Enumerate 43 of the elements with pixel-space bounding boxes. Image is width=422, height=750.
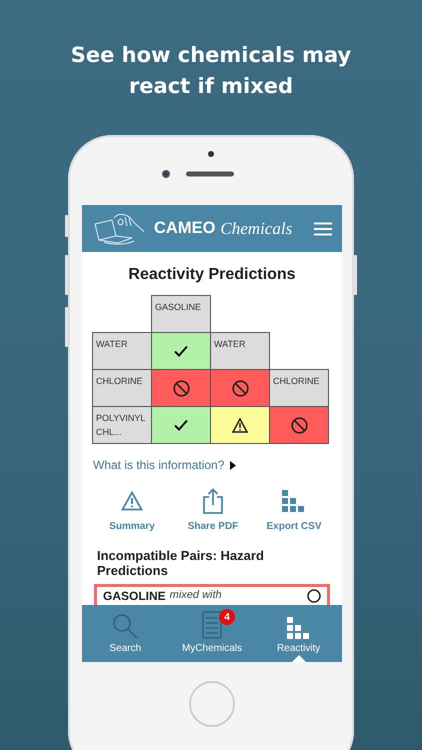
tab[interactable]: Reactivity xyxy=(258,605,339,662)
chemical-label: GASOLINE xyxy=(151,295,211,333)
caret-icon xyxy=(230,460,236,470)
reactivity-cell[interactable] xyxy=(151,332,211,370)
check-icon xyxy=(174,419,188,431)
document-icon xyxy=(202,611,222,639)
share-icon xyxy=(202,488,224,514)
logo-icon xyxy=(92,212,146,246)
product-name: Chemicals xyxy=(220,218,292,238)
warning-icon xyxy=(232,418,248,432)
reactivity-cell[interactable] xyxy=(210,406,270,444)
summary-button[interactable]: Summary xyxy=(96,487,168,532)
blocks-icon xyxy=(286,617,311,639)
blocks-icon xyxy=(282,490,306,512)
chemical-label: CHLORINE xyxy=(269,369,329,407)
info-link[interactable]: What is this information? xyxy=(93,458,224,472)
reactivity-cell[interactable] xyxy=(151,406,211,444)
brand-name: CAMEO xyxy=(154,219,216,238)
chemical-label: POLYVINYL CHL... xyxy=(92,406,152,444)
chemical-name: GASOLINE xyxy=(103,589,166,603)
prohibited-icon xyxy=(172,380,190,396)
chemical-label: CHLORINE xyxy=(92,369,152,407)
reactivity-cell[interactable] xyxy=(269,406,329,444)
chemical-label: WATER xyxy=(210,332,270,370)
circle-icon xyxy=(307,589,321,603)
reactivity-cell[interactable] xyxy=(210,369,270,407)
share-button[interactable]: Share PDF xyxy=(177,487,249,532)
page-title: Reactivity Predictions xyxy=(127,266,297,284)
count-badge: 4 xyxy=(218,609,235,625)
section-heading: Incompatible Pairs: Hazard Predictions xyxy=(97,548,265,578)
reactivity-cell[interactable] xyxy=(151,369,211,407)
search-icon xyxy=(112,613,138,639)
warning-icon xyxy=(121,490,143,510)
check-icon xyxy=(174,345,188,357)
prohibited-icon xyxy=(232,380,248,396)
export-button[interactable]: Export CSV xyxy=(258,487,330,532)
headline: See how chemicals may react if mixed xyxy=(70,42,352,100)
tab[interactable]: MyChemicals 4 xyxy=(172,605,252,662)
relation-text: mixed with xyxy=(170,589,222,601)
menu-icon[interactable] xyxy=(314,222,332,236)
prohibited-icon xyxy=(290,416,308,434)
tab[interactable]: Search xyxy=(85,605,166,662)
chemical-label: WATER xyxy=(92,332,152,370)
